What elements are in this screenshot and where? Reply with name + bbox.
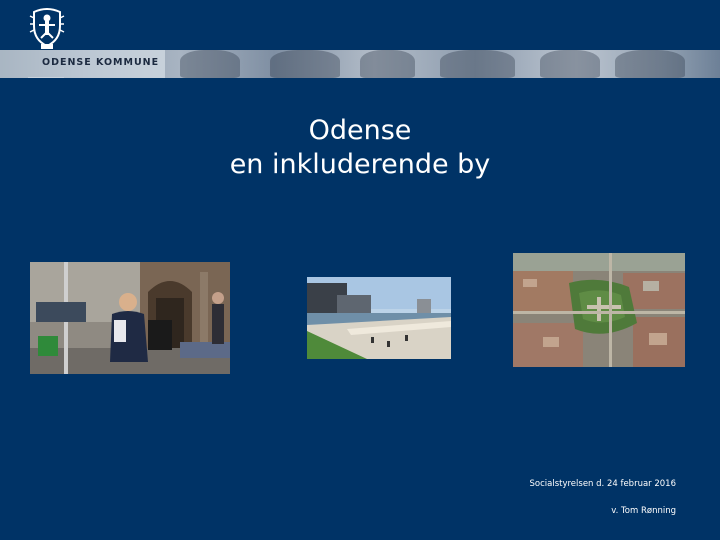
aerial-city-photo [513,253,685,367]
title-line-1: Odense [308,115,412,146]
slide: ODENSE KOMMUNE Odense en inkluderende by [0,0,720,540]
footer-date: Socialstyrelsen d. 24 februar 2016 [529,479,677,489]
title-line-2: en inkluderende by [229,149,491,180]
brand-name: ODENSE KOMMUNE [42,57,160,68]
coat-of-arms-logo-icon [24,4,70,50]
footer-presenter: v. Tom Rønning [611,506,676,516]
harbour-photo [307,277,451,359]
street-photo [30,262,230,374]
slide-title: Odense en inkluderende by [0,114,720,182]
brand-divider [28,77,64,78]
